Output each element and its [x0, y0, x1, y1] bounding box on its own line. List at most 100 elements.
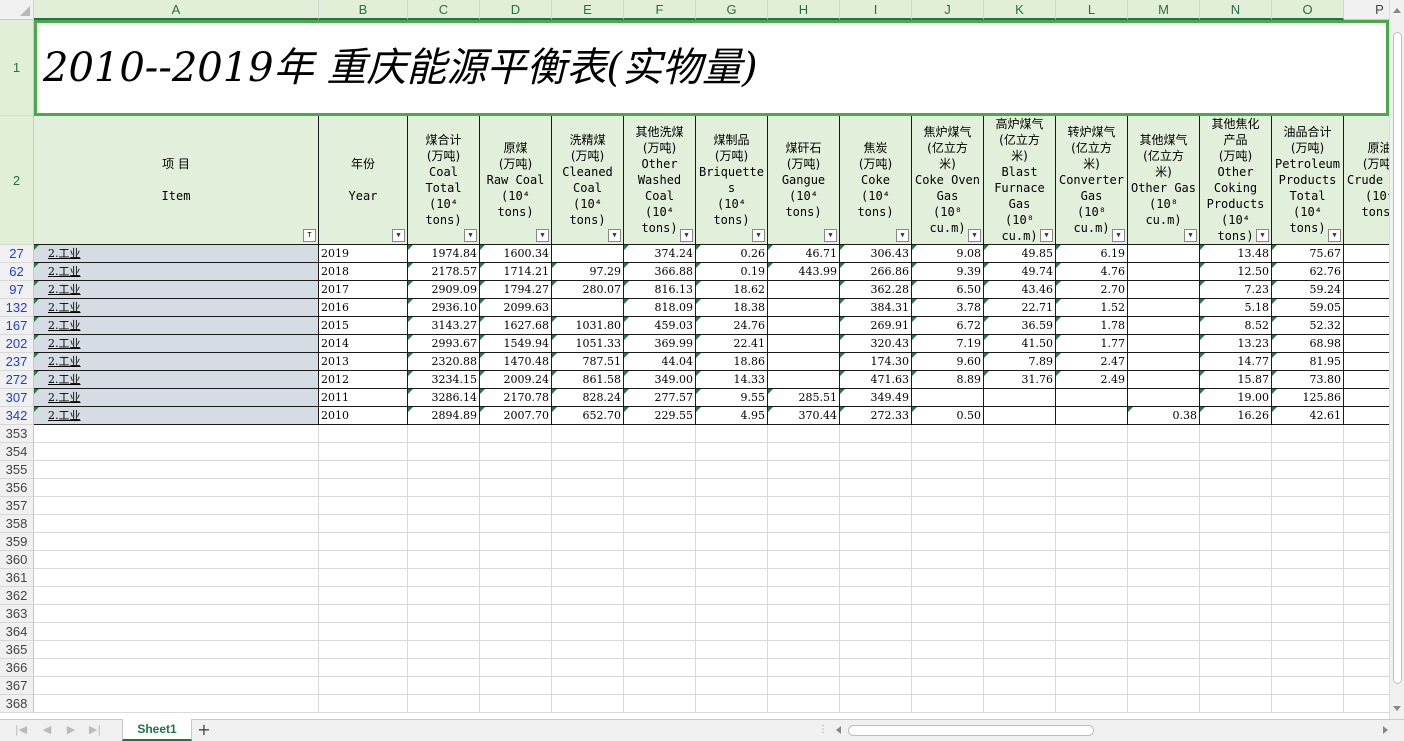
column-header-o[interactable]: O — [1272, 0, 1344, 20]
empty-cell[interactable] — [840, 695, 912, 713]
value-cell[interactable]: 374.24 — [624, 245, 696, 263]
header-cell-f[interactable]: 其他洗煤 (万吨) Other Washed Coal (10⁴ tons) ▼ — [624, 116, 696, 245]
filter-dropdown-icon[interactable]: ▼ — [536, 229, 549, 242]
value-cell[interactable]: 3143.27 — [408, 317, 480, 335]
empty-cell[interactable] — [840, 587, 912, 605]
value-cell[interactable] — [1344, 353, 1389, 371]
vertical-scroll-thumb[interactable] — [1393, 32, 1402, 684]
column-header-h[interactable]: H — [768, 0, 840, 20]
column-header-l[interactable]: L — [1056, 0, 1128, 20]
value-cell[interactable]: 14.77 — [1200, 353, 1272, 371]
empty-cell[interactable] — [1056, 623, 1128, 641]
empty-cell[interactable] — [696, 425, 768, 443]
empty-cell[interactable] — [408, 677, 480, 695]
empty-cell[interactable] — [912, 443, 984, 461]
empty-cell[interactable] — [984, 605, 1056, 623]
value-cell[interactable]: 43.46 — [984, 281, 1056, 299]
empty-cell[interactable] — [1128, 515, 1200, 533]
value-cell[interactable] — [1056, 407, 1128, 425]
row-header[interactable]: 360 — [0, 551, 34, 569]
value-cell[interactable]: 42.61 — [1272, 407, 1344, 425]
header-cell-j[interactable]: 焦炉煤气 (亿立方 米) Coke Oven Gas (10⁸ cu.m) ▼ — [912, 116, 984, 245]
empty-cell[interactable] — [1128, 659, 1200, 677]
empty-cell[interactable] — [1056, 497, 1128, 515]
year-cell[interactable]: 2013 — [319, 353, 408, 371]
year-cell[interactable]: 2011 — [319, 389, 408, 407]
empty-cell[interactable] — [1056, 587, 1128, 605]
empty-cell[interactable] — [1344, 587, 1389, 605]
empty-cell[interactable] — [480, 461, 552, 479]
year-cell[interactable]: 2014 — [319, 335, 408, 353]
value-cell[interactable] — [1344, 389, 1389, 407]
empty-cell[interactable] — [696, 587, 768, 605]
empty-cell[interactable] — [1272, 497, 1344, 515]
empty-cell[interactable] — [34, 479, 319, 497]
empty-cell[interactable] — [912, 569, 984, 587]
value-cell[interactable]: 9.55 — [696, 389, 768, 407]
filter-dropdown-icon[interactable]: ▼ — [464, 229, 477, 242]
empty-cell[interactable] — [840, 623, 912, 641]
value-cell[interactable] — [1128, 299, 1200, 317]
value-cell[interactable]: 36.59 — [984, 317, 1056, 335]
row-header[interactable]: 97 — [0, 281, 34, 299]
empty-cell[interactable] — [1056, 425, 1128, 443]
value-cell[interactable]: 1714.21 — [480, 263, 552, 281]
value-cell[interactable]: 22.71 — [984, 299, 1056, 317]
empty-cell[interactable] — [1128, 443, 1200, 461]
value-cell[interactable]: 6.72 — [912, 317, 984, 335]
empty-cell[interactable] — [1128, 623, 1200, 641]
empty-cell[interactable] — [34, 461, 319, 479]
empty-cell[interactable] — [624, 677, 696, 695]
value-cell[interactable]: 306.43 — [840, 245, 912, 263]
value-cell[interactable]: 828.24 — [552, 389, 624, 407]
empty-cell[interactable] — [696, 641, 768, 659]
value-cell[interactable]: 1600.34 — [480, 245, 552, 263]
value-cell[interactable]: 443.99 — [768, 263, 840, 281]
empty-cell[interactable] — [408, 533, 480, 551]
value-cell[interactable]: 384.31 — [840, 299, 912, 317]
empty-cell[interactable] — [840, 551, 912, 569]
empty-cell[interactable] — [1200, 479, 1272, 497]
value-cell[interactable]: 81.95 — [1272, 353, 1344, 371]
year-cell[interactable]: 2010 — [319, 407, 408, 425]
item-cell[interactable]: 2.工业 — [34, 263, 319, 281]
item-cell[interactable]: 2.工业 — [34, 389, 319, 407]
value-cell[interactable]: 7.19 — [912, 335, 984, 353]
row-header[interactable]: 361 — [0, 569, 34, 587]
value-cell[interactable]: 1549.94 — [480, 335, 552, 353]
empty-cell[interactable] — [552, 533, 624, 551]
empty-cell[interactable] — [912, 677, 984, 695]
empty-cell[interactable] — [1272, 587, 1344, 605]
empty-cell[interactable] — [408, 569, 480, 587]
empty-cell[interactable] — [912, 659, 984, 677]
empty-cell[interactable] — [319, 569, 408, 587]
empty-cell[interactable] — [1128, 479, 1200, 497]
empty-cell[interactable] — [1056, 443, 1128, 461]
value-cell[interactable]: 349.49 — [840, 389, 912, 407]
empty-cell[interactable] — [319, 425, 408, 443]
empty-cell[interactable] — [552, 677, 624, 695]
empty-cell[interactable] — [1200, 605, 1272, 623]
empty-cell[interactable] — [1272, 425, 1344, 443]
empty-cell[interactable] — [624, 533, 696, 551]
empty-cell[interactable] — [1344, 515, 1389, 533]
empty-cell[interactable] — [319, 605, 408, 623]
empty-cell[interactable] — [912, 551, 984, 569]
column-header-p[interactable]: P — [1344, 0, 1389, 20]
value-cell[interactable]: 59.05 — [1272, 299, 1344, 317]
empty-cell[interactable] — [624, 587, 696, 605]
value-cell[interactable]: 2170.78 — [480, 389, 552, 407]
item-cell[interactable]: 2.工业 — [34, 407, 319, 425]
value-cell[interactable]: 7.23 — [1200, 281, 1272, 299]
value-cell[interactable]: 73.80 — [1272, 371, 1344, 389]
empty-cell[interactable] — [840, 461, 912, 479]
row-header[interactable]: 357 — [0, 497, 34, 515]
column-header-n[interactable]: N — [1200, 0, 1272, 20]
item-cell[interactable]: 2.工业 — [34, 245, 319, 263]
empty-cell[interactable] — [408, 443, 480, 461]
filter-dropdown-icon[interactable]: ▼ — [680, 229, 693, 242]
empty-cell[interactable] — [34, 425, 319, 443]
value-cell[interactable] — [1344, 335, 1389, 353]
value-cell[interactable]: 0.38 — [1128, 407, 1200, 425]
value-cell[interactable]: 2894.89 — [408, 407, 480, 425]
